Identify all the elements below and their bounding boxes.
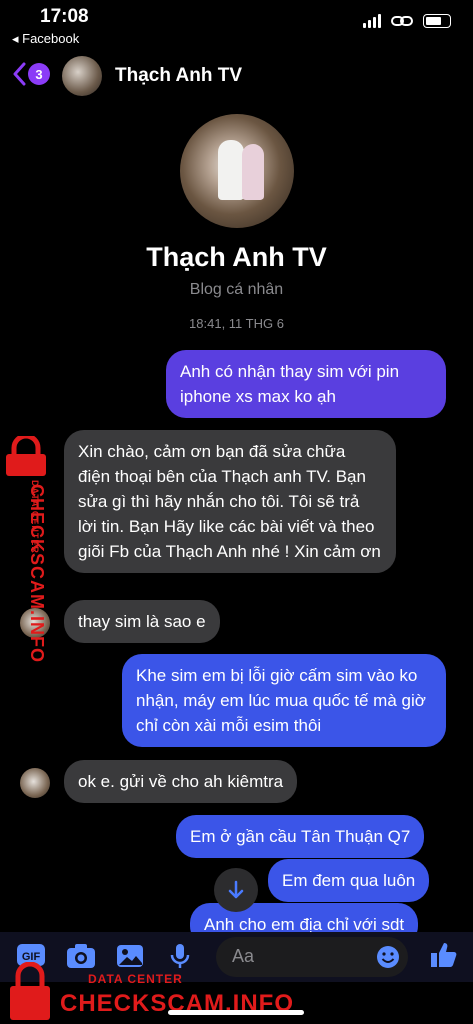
chat-header: 3 Thạch Anh TV [0, 52, 473, 100]
profile-name: Thạch Anh TV [146, 242, 327, 272]
message-bubble-incoming[interactable]: thay sim là sao e [64, 600, 220, 643]
padlock-icon [6, 436, 46, 476]
status-time: 17:08 [40, 6, 89, 27]
link-icon [391, 16, 413, 26]
home-indicator [168, 1010, 304, 1015]
padlock-icon [10, 962, 50, 1020]
battery-icon [423, 14, 451, 28]
message-bubble-outgoing[interactable]: Anh có nhận thay sim với pin iphone xs m… [166, 350, 446, 418]
back-to-app-link[interactable]: ◂ Facebook [12, 31, 79, 47]
message-bubble-outgoing[interactable]: Khe sim em bị lỗi giờ cấm sim vào ko nhậ… [122, 654, 446, 747]
profile-subtitle: Blog cá nhân [189, 281, 284, 298]
message-bubble-outgoing[interactable]: Em ở gần cầu Tân Thuận Q7 [176, 815, 425, 858]
message-bubble-incoming[interactable]: Xin chào, cảm ơn bạn đã sửa chữa điện th… [64, 430, 396, 573]
signal-icon [363, 14, 381, 28]
chevron-left-icon [13, 62, 26, 86]
contact-avatar-small [20, 768, 50, 798]
watermark-tag: DATA CENTER [88, 972, 183, 986]
watermark-tag: DATA CENTER [30, 480, 40, 554]
scroll-down-button[interactable] [214, 868, 258, 912]
message-bubble-incoming[interactable]: ok e. gửi về cho ah kiêmtra [64, 760, 298, 803]
arrow-down-icon [228, 880, 244, 899]
message-bubble-outgoing[interactable]: Em đem qua luôn [268, 859, 430, 902]
contact-name[interactable]: Thạch Anh TV [115, 65, 242, 87]
profile-avatar[interactable] [180, 114, 294, 228]
watermark-side: CHECKSCAM.INFO DATA CENTER [0, 436, 58, 676]
back-button[interactable]: 3 [12, 62, 50, 86]
status-icons [363, 14, 451, 28]
header-avatar[interactable] [62, 56, 102, 96]
message-timestamp: 18:41, 11 THG 6 [189, 316, 284, 331]
unread-badge: 3 [28, 63, 50, 85]
status-bar: 17:08 ◂ Facebook [0, 0, 473, 48]
